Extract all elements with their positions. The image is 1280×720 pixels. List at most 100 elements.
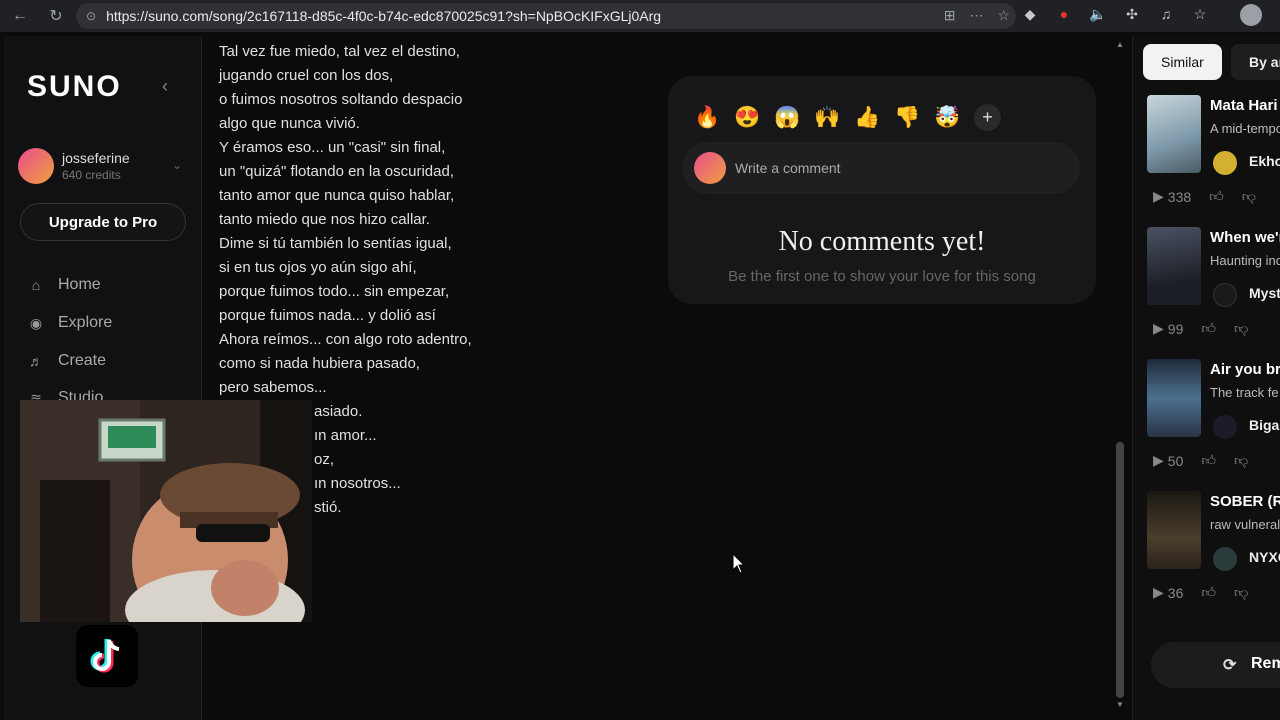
song-stats: ▶ 36 👍︎ 👎︎ [1153, 584, 1266, 601]
scroll-down-icon[interactable]: ▼ [1116, 700, 1124, 709]
similar-songs-panel: Similar By ar Mata Hari A mid-tempo Ekho… [1132, 36, 1280, 720]
play-icon[interactable]: ▶ [1153, 188, 1164, 205]
song-cover[interactable] [1147, 95, 1201, 173]
tiktok-logo-icon [76, 625, 138, 687]
lyric-line: como si nada hubiera pasado, [219, 355, 420, 372]
lyric-line: algo que nunca vivió. [219, 115, 360, 132]
song-artist[interactable]: Myst [1249, 285, 1280, 301]
lyric-line: Tal vez fue miedo, tal vez el destino, [219, 43, 460, 60]
song-title[interactable]: When we'r [1210, 229, 1280, 246]
avatar[interactable] [1213, 151, 1237, 175]
mouse-cursor-icon [732, 552, 746, 580]
avatar[interactable] [1213, 415, 1237, 439]
lyric-line: porque fuimos nada... y dolió así [219, 307, 436, 324]
song-title[interactable]: Air you bre [1210, 361, 1280, 378]
lyric-line: un "quizá" flotando en la oscuridad, [219, 163, 454, 180]
favorites-icon[interactable]: ☆ [1190, 4, 1210, 24]
play-count: 99 [1167, 320, 1184, 337]
song-artist[interactable]: Ekho [1249, 153, 1280, 169]
avatar[interactable] [1213, 547, 1237, 571]
reaction-row: 🔥 😍 😱 🙌 👍 👎 🤯 + [694, 104, 1001, 131]
extension-red-icon[interactable]: ● [1054, 4, 1074, 24]
song-stats: ▶ 50 👍︎ 👎︎ [1153, 452, 1266, 469]
chevron-down-icon[interactable]: ⌄ [172, 158, 182, 172]
song-stats: ▶ 99 👍︎ 👎︎ [1153, 320, 1266, 337]
user-profile[interactable]: josseferine 640 credits [18, 148, 130, 184]
extension-diamond-icon[interactable]: ◆ [1020, 4, 1040, 24]
song-artist[interactable]: NYXC [1249, 549, 1280, 565]
thumbs-down-reaction-icon[interactable]: 👎 [894, 104, 921, 131]
song-cover[interactable] [1147, 491, 1201, 569]
song-description: The track fe [1210, 385, 1279, 400]
remix-label: Remi [1251, 655, 1280, 672]
tab-similar[interactable]: Similar [1143, 44, 1222, 80]
like-icon[interactable]: 👍︎ [1201, 320, 1216, 337]
thumbs-up-reaction-icon[interactable]: 👍 [854, 104, 881, 131]
play-count: 36 [1167, 584, 1184, 601]
play-icon[interactable]: ▶ [1153, 452, 1164, 469]
browser-toolbar: ← ↻ ⊙ https://suno.com/song/2c167118-d85… [0, 0, 1280, 32]
raised-hands-reaction-icon[interactable]: 🙌 [814, 104, 841, 131]
like-icon[interactable]: 👍︎ [1201, 452, 1216, 469]
song-description: A mid-tempo [1210, 121, 1280, 136]
site-info-icon[interactable]: ⊙ [86, 9, 96, 23]
address-bar[interactable]: ⊙ https://suno.com/song/2c167118-d85c-4f… [76, 3, 1016, 29]
like-icon[interactable]: 👍︎ [1209, 188, 1224, 205]
collapse-sidebar-icon[interactable]: ‹ [162, 76, 168, 97]
dislike-icon[interactable]: 👎︎ [1234, 584, 1248, 601]
add-reaction-button[interactable]: + [974, 104, 1001, 131]
play-icon[interactable]: ▶ [1153, 320, 1164, 337]
suno-logo[interactable]: SUNO [27, 70, 122, 104]
dislike-icon[interactable]: 👎︎ [1234, 452, 1248, 469]
fire-reaction-icon[interactable]: 🔥 [694, 104, 721, 131]
play-icon[interactable]: ▶ [1153, 584, 1164, 601]
bookmark-star-icon[interactable]: ☆ [997, 7, 1010, 24]
sidebar-item-label: Home [58, 276, 101, 293]
more-options-icon[interactable]: ⋯ [969, 7, 983, 24]
install-app-icon[interactable]: ⊞ [944, 7, 956, 24]
reload-icon[interactable]: ↻ [42, 2, 70, 30]
comment-input[interactable]: Write a comment [682, 142, 1080, 194]
sidebar-item-create[interactable]: ♬ Create [28, 352, 106, 370]
compass-icon: ◉ [29, 314, 43, 331]
song-artist[interactable]: Bigal [1249, 417, 1280, 433]
lyric-line: si en tus ojos yo aún sigo ahí, [219, 259, 417, 276]
song-card[interactable]: Mata Hari A mid-tempo Ekho ▶ 338 👍︎ 👎︎ [1133, 95, 1280, 225]
sidebar-item-label: Create [58, 352, 107, 369]
song-card[interactable]: When we'r Haunting ind Myst ▶ 99 👍︎ 👎︎ [1133, 227, 1280, 357]
song-card[interactable]: Air you bre The track fe Bigal ▶ 50 👍︎ 👎… [1133, 359, 1280, 489]
webcam-image [20, 400, 312, 622]
song-cover[interactable] [1147, 227, 1201, 305]
like-icon[interactable]: 👍︎ [1201, 584, 1216, 601]
lyric-line: Dime si tú también lo sentías igual, [219, 235, 452, 252]
scroll-up-icon[interactable]: ▲ [1116, 40, 1124, 49]
avatar [694, 152, 726, 184]
dislike-icon[interactable]: 👎︎ [1234, 320, 1248, 337]
play-count: 50 [1167, 452, 1184, 469]
sidebar-item-home[interactable]: ⌂ Home [28, 276, 101, 294]
sidebar-item-explore[interactable]: ◉ Explore [28, 314, 112, 332]
mind-blown-reaction-icon[interactable]: 🤯 [934, 104, 961, 131]
song-cover[interactable] [1147, 359, 1201, 437]
back-icon[interactable]: ← [6, 2, 34, 30]
avatar[interactable] [1213, 283, 1237, 307]
heart-eyes-reaction-icon[interactable]: 😍 [734, 104, 761, 131]
song-card[interactable]: SOBER (R raw vulneral NYXC ▶ 36 👍︎ 👎︎ [1133, 491, 1280, 621]
song-title[interactable]: SOBER (R [1210, 493, 1280, 510]
upgrade-button[interactable]: Upgrade to Pro [20, 203, 186, 241]
remix-button[interactable]: ⟳ Remi [1151, 642, 1280, 688]
main-scrollbar[interactable]: ▲ ▼ [1114, 36, 1126, 712]
song-title[interactable]: Mata Hari [1210, 97, 1278, 114]
volume-icon[interactable]: 🔈 [1088, 4, 1108, 24]
scroll-thumb[interactable] [1116, 442, 1124, 698]
tab-by-artist[interactable]: By ar [1231, 44, 1280, 80]
scream-reaction-icon[interactable]: 😱 [774, 104, 801, 131]
avatar [18, 148, 54, 184]
profile-avatar-icon[interactable] [1240, 4, 1262, 26]
lyric-line: pero sabemos... [219, 379, 327, 396]
comment-placeholder: Write a comment [735, 160, 841, 176]
extensions-puzzle-icon[interactable]: ✣ [1122, 4, 1142, 24]
song-description: raw vulneral [1210, 517, 1280, 532]
media-control-icon[interactable]: ♫ [1156, 4, 1176, 24]
dislike-icon[interactable]: 👎︎ [1242, 188, 1256, 205]
